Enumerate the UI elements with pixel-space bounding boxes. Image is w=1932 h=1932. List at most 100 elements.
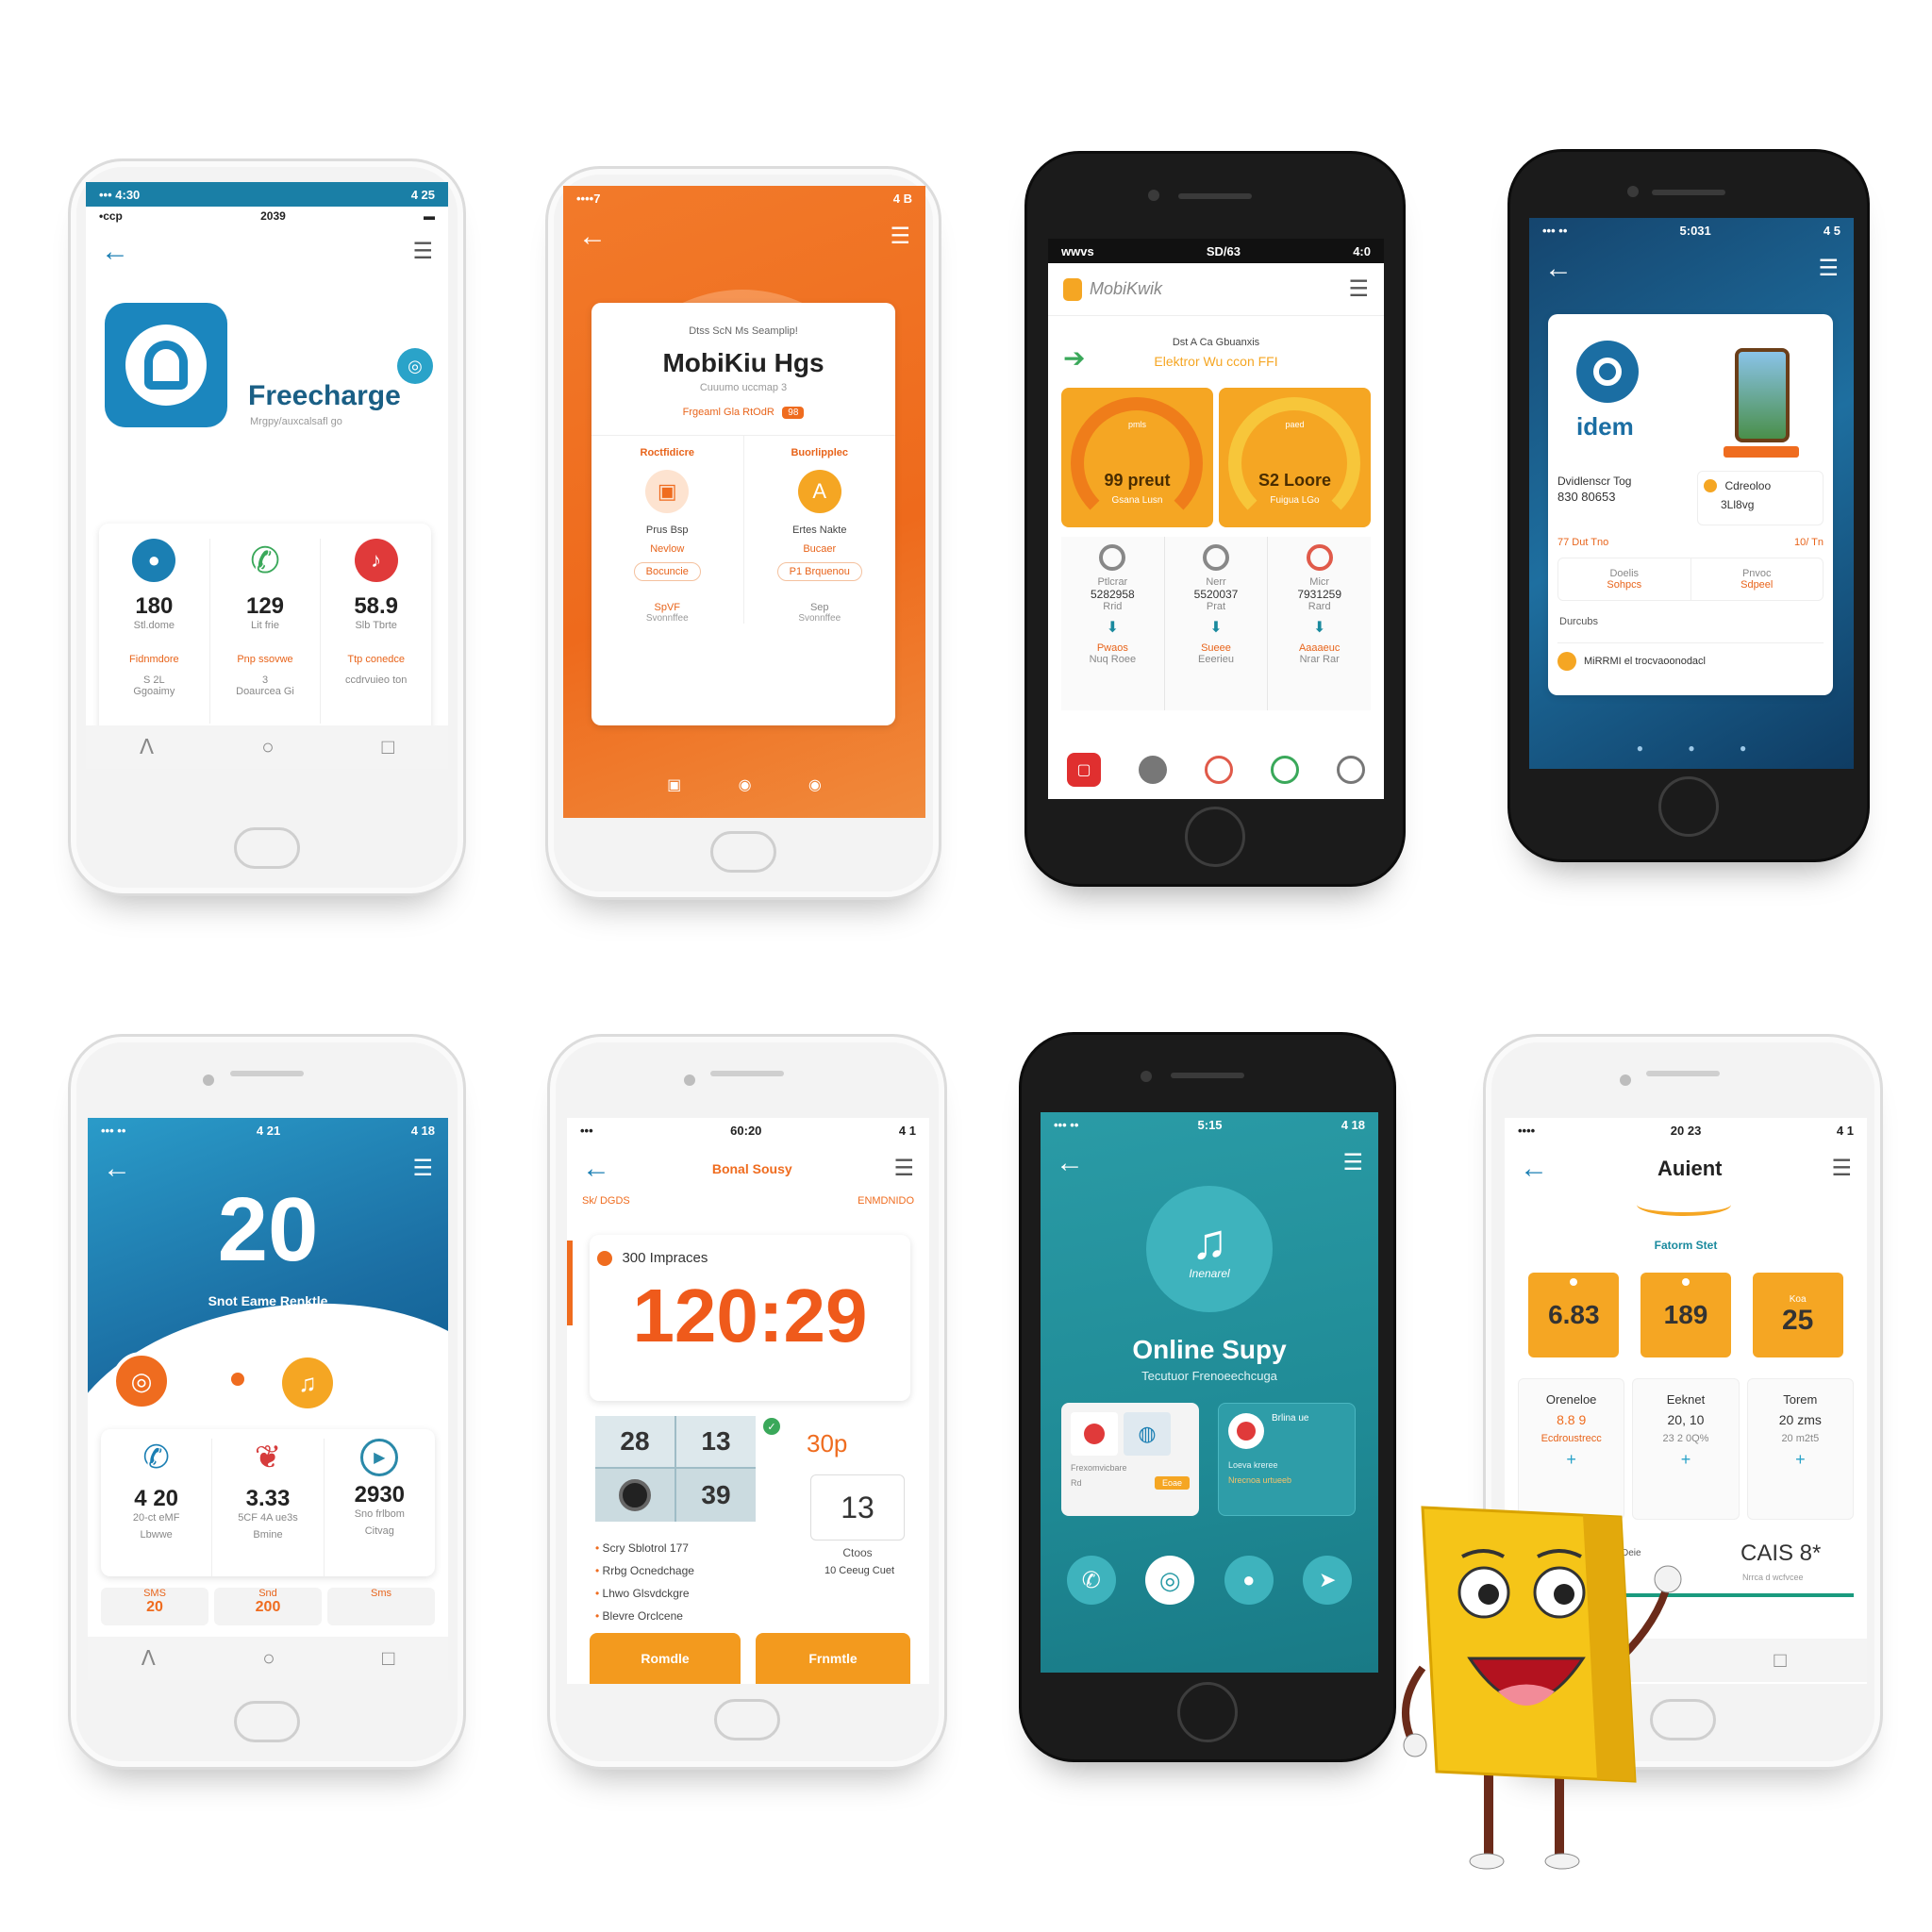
menu-icon[interactable]: ☰ bbox=[890, 225, 910, 248]
back-arrow-icon[interactable]: ← bbox=[101, 238, 129, 266]
stat-item[interactable]: ♪ 58.9 Slb Tbrte Ttp conedce ccdrvuieo t… bbox=[321, 539, 431, 724]
offer-card[interactable]: ◍ Frexomvicbare Rd Eoae bbox=[1061, 1403, 1199, 1516]
notice-row[interactable]: MiRRMI el trocvaoonodacl bbox=[1557, 642, 1824, 678]
add-icon[interactable]: + bbox=[1566, 1450, 1576, 1470]
price-tag[interactable]: 189 bbox=[1640, 1273, 1731, 1357]
price-tag[interactable]: Koa 25 bbox=[1752, 1273, 1843, 1357]
back-arrow-icon[interactable]: ← bbox=[1520, 1155, 1548, 1183]
offer-badge[interactable]: Eoae bbox=[1154, 1476, 1190, 1490]
back-arrow-icon[interactable]: ← bbox=[578, 223, 607, 251]
menu-icon[interactable]: ☰ bbox=[412, 241, 433, 263]
row-link[interactable]: Aaaaeuc bbox=[1299, 642, 1340, 654]
phone-illustration bbox=[1735, 348, 1790, 442]
dot-icon[interactable]: ● bbox=[1688, 741, 1694, 755]
menu-icon[interactable]: ☰ bbox=[893, 1158, 914, 1180]
back-arrow-icon[interactable]: ← bbox=[1544, 255, 1573, 283]
stat-item[interactable]: ✆ 4 20 20-ct eMF Lbwwe bbox=[101, 1439, 213, 1576]
stat-item[interactable]: ✆ 129 Lit frie Pnp ssovwe 3 Doaurcea Gi bbox=[210, 539, 322, 724]
call-icon[interactable]: ✆ bbox=[1066, 1556, 1116, 1605]
screen: ••• 4:30 4 25 •ccp 2039 ▬ ← ☰ Freecharge… bbox=[86, 182, 448, 769]
tab-item[interactable]: SMS 20 bbox=[101, 1588, 208, 1625]
recents-nav-icon[interactable]: □ bbox=[382, 735, 394, 759]
gauge-card[interactable]: paed S2 Loore Fuigua LGo bbox=[1219, 388, 1371, 527]
dot-icon[interactable]: ● bbox=[1740, 741, 1746, 755]
menu-icon[interactable]: ☰ bbox=[1818, 258, 1839, 280]
tab-wallet-icon[interactable] bbox=[1271, 756, 1299, 784]
tab-item[interactable]: Sms bbox=[327, 1588, 435, 1625]
row-link[interactable]: Sueee bbox=[1201, 642, 1231, 654]
stat-item[interactable]: ● 180 Stl.dome Fidnmdore S 2L Ggoaimy bbox=[99, 539, 210, 724]
time-grid: 28 13 39 bbox=[595, 1416, 756, 1522]
tab-home-icon[interactable]: ▢ bbox=[1067, 753, 1101, 787]
back-arrow-icon[interactable]: ← bbox=[582, 1155, 610, 1183]
row-item[interactable]: Nerr 5520037 Prat ⬇ Sueee Eeerieu bbox=[1165, 537, 1269, 710]
mascot-foot bbox=[1544, 1853, 1580, 1870]
back-nav-icon[interactable]: ᐱ bbox=[142, 1646, 156, 1671]
info-left[interactable]: Dvidlenscr Tog 830 80653 bbox=[1557, 475, 1686, 504]
home-button[interactable] bbox=[714, 1699, 780, 1740]
home-button[interactable] bbox=[1185, 807, 1245, 867]
info-right[interactable]: Cdreoloo 3Ll8vg bbox=[1697, 471, 1824, 525]
row-item[interactable]: Micr 7931259 Rard ⬇ Aaaaeuc Nrar Rar bbox=[1268, 537, 1371, 710]
grid-cell[interactable]: 13 bbox=[676, 1416, 756, 1467]
home-button[interactable] bbox=[234, 827, 300, 869]
home-button[interactable] bbox=[234, 1701, 300, 1742]
back-nav-icon[interactable]: ᐱ bbox=[140, 735, 154, 759]
row-link[interactable]: Pwaos bbox=[1097, 642, 1128, 654]
scan-icon[interactable]: ◎ bbox=[1145, 1556, 1195, 1605]
plan-option[interactable]: Buorlipplec A Ertes Nakte Bucaer P1 Brqu… bbox=[744, 436, 896, 624]
grid-cell[interactable]: 39 bbox=[676, 1469, 756, 1522]
home-nav-icon[interactable]: ○ bbox=[261, 735, 274, 759]
offer-card[interactable]: Brlina ue Loeva kreree Nrecnoa urtueeb bbox=[1218, 1403, 1356, 1516]
card-value: 8.8 9 bbox=[1557, 1412, 1587, 1427]
camera-grid-icon[interactable] bbox=[595, 1469, 675, 1522]
tab-icon[interactable]: ◉ bbox=[808, 775, 822, 794]
primary-button[interactable]: Romdle bbox=[590, 1633, 741, 1684]
tab-settings-icon[interactable] bbox=[1337, 756, 1365, 784]
plan-button[interactable]: Bocuncie bbox=[633, 562, 701, 581]
home-button[interactable] bbox=[1658, 776, 1719, 837]
info-title: Cdreoloo bbox=[1724, 479, 1772, 492]
side-box[interactable]: 13 bbox=[810, 1474, 905, 1541]
info-card[interactable]: Torem 20 zms 20 m2t5 + bbox=[1746, 1378, 1854, 1520]
menu-icon[interactable]: ☰ bbox=[1342, 1152, 1363, 1174]
row-foot: Eeerieu bbox=[1198, 654, 1234, 665]
music-icon[interactable]: ♫ bbox=[282, 1357, 333, 1408]
bottom-dots: ● ● ● bbox=[1529, 739, 1854, 758]
gauge-card[interactable]: pmls 99 preut Gsana Lusn bbox=[1061, 388, 1213, 527]
plan-option[interactable]: Roctfidicre ▣ Prus Bsp Nevlow Bocuncie S… bbox=[591, 436, 744, 624]
stat-item[interactable]: ❦ 3.33 5CF 4A ue3s Bmine bbox=[212, 1439, 325, 1576]
tab-call-icon[interactable] bbox=[1139, 756, 1167, 784]
music-icon[interactable]: ♫ Inenarel bbox=[1146, 1186, 1273, 1312]
menu-icon[interactable]: ☰ bbox=[1831, 1158, 1852, 1180]
plan-button[interactable]: P1 Brquenou bbox=[776, 562, 862, 581]
back-arrow-icon[interactable]: ← bbox=[1056, 1149, 1084, 1177]
secondary-button[interactable]: Frnmtle bbox=[756, 1633, 910, 1684]
home-button[interactable] bbox=[710, 831, 776, 873]
dot-icon[interactable]: ● bbox=[1637, 741, 1643, 755]
price-tag[interactable]: 6.83 bbox=[1528, 1273, 1620, 1357]
tab-item[interactable]: Snd 200 bbox=[214, 1588, 322, 1625]
tab-icon[interactable]: ◉ bbox=[739, 775, 752, 794]
grid-cell[interactable]: 28 bbox=[595, 1416, 675, 1467]
tag-value: 25 bbox=[1781, 1304, 1814, 1336]
menu-icon[interactable]: ☰ bbox=[412, 1158, 433, 1180]
mini-card[interactable]: Pnvoc Sdpeel bbox=[1691, 558, 1824, 600]
row-item[interactable]: Ptlcrar 5282958 Rrid ⬇ Pwaos Nuq Roee bbox=[1061, 537, 1165, 710]
recents-nav-icon[interactable]: □ bbox=[382, 1646, 394, 1671]
status2-left: •ccp bbox=[99, 209, 123, 223]
chat-icon[interactable]: ● bbox=[1224, 1556, 1274, 1605]
send-icon[interactable]: ➤ bbox=[1303, 1556, 1353, 1605]
recents-nav-icon[interactable]: □ bbox=[1774, 1648, 1786, 1673]
tab-icon[interactable]: ▣ bbox=[667, 775, 681, 794]
mini-card[interactable]: Doelis Sohpcs bbox=[1558, 558, 1691, 600]
home-nav-icon[interactable]: ○ bbox=[262, 1646, 275, 1671]
menu-icon[interactable]: ☰ bbox=[1348, 277, 1369, 301]
target-icon[interactable]: ◎ bbox=[112, 1352, 171, 1410]
add-icon[interactable]: + bbox=[1681, 1450, 1691, 1470]
add-icon[interactable]: + bbox=[1795, 1450, 1806, 1470]
stat-item[interactable]: ▶ 2930 Sno frlbom Citvag bbox=[325, 1439, 435, 1576]
home-button[interactable] bbox=[1177, 1682, 1238, 1742]
tab-scan-icon[interactable] bbox=[1205, 756, 1233, 784]
plan-header: Buorlipplec bbox=[791, 447, 848, 458]
